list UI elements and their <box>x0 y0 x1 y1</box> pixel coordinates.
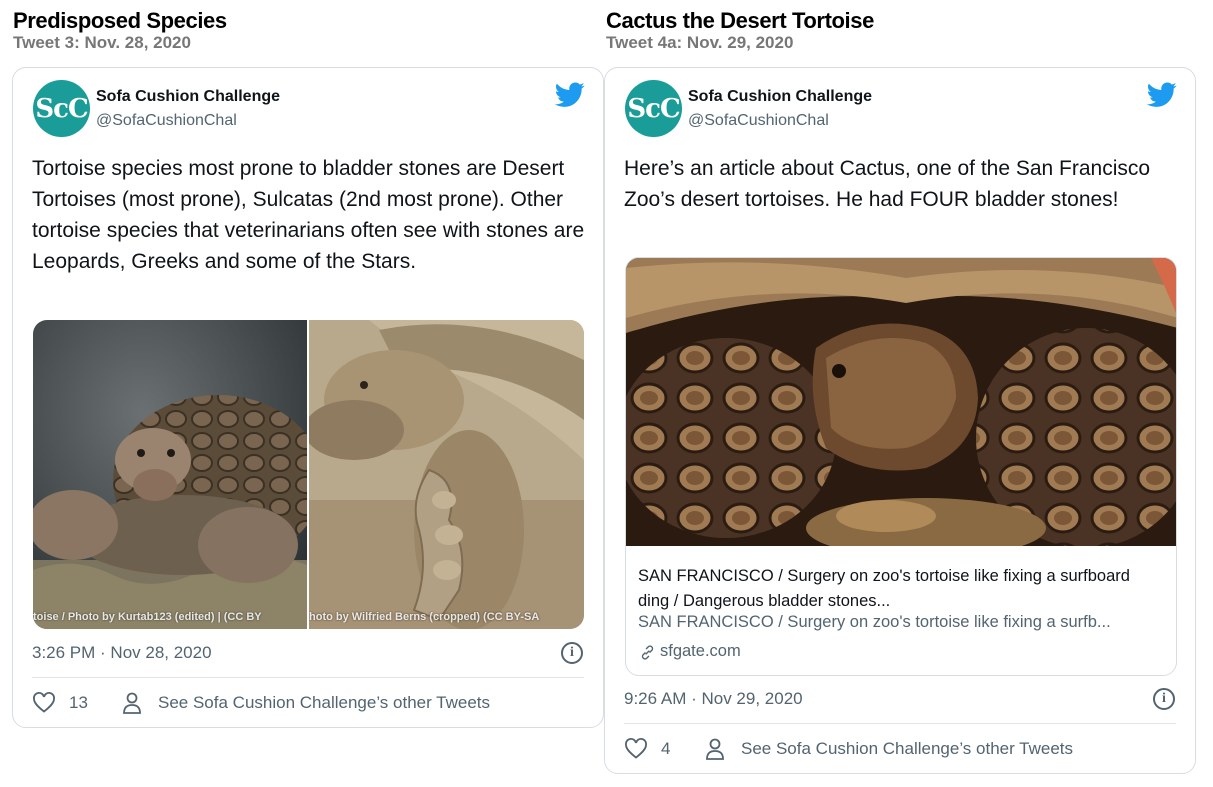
tweet-timestamp[interactable]: 9:26 AM · Nov 29, 2020 <box>624 689 803 709</box>
tweet-card-left[interactable]: ScC Sofa Cushion Challenge @SofaCushionC… <box>12 67 604 728</box>
tweet-card-right[interactable]: ScC Sofa Cushion Challenge @SofaCushionC… <box>604 67 1196 774</box>
avatar[interactable]: ScC <box>625 80 682 137</box>
tweet-text: Here’s an article about Cactus, one of t… <box>624 157 1151 211</box>
link-preview-card[interactable]: SAN FRANCISCO / Surgery on zoo's tortois… <box>625 257 1177 676</box>
divider <box>32 677 584 678</box>
cactus-tortoise-photo[interactable] <box>626 258 1177 546</box>
tweet-actions: 13 See Sofa Cushion Challenge’s other Tw… <box>32 691 584 717</box>
like-count[interactable]: 13 <box>69 693 88 713</box>
author-handle[interactable]: @SofaCushionChal <box>96 112 237 130</box>
twitter-bird-icon[interactable] <box>555 82 585 108</box>
twitter-bird-icon[interactable] <box>1147 82 1177 108</box>
link-title[interactable]: SAN FRANCISCO / Surgery on zoo's tortois… <box>638 564 1158 614</box>
author-name[interactable]: Sofa Cushion Challenge <box>688 88 872 106</box>
divider <box>624 723 1176 724</box>
tweet-text: Tortoise species most prone to bladder s… <box>32 157 585 273</box>
person-icon <box>706 738 724 760</box>
tweet-timestamp[interactable]: 3:26 PM · Nov 28, 2020 <box>32 643 212 663</box>
left-section-subtitle: Tweet 3: Nov. 28, 2020 <box>13 33 191 52</box>
info-icon[interactable]: i <box>1153 688 1175 710</box>
author-handle[interactable]: @SofaCushionChal <box>688 112 829 130</box>
sulcata-tortoise-photo[interactable] <box>309 320 584 629</box>
image-caption-right: hoto by Wilfried Berns (cropped) (CC BY-… <box>309 611 540 623</box>
tweet-actions: 4 See Sofa Cushion Challenge’s other Twe… <box>624 737 1176 763</box>
see-other-tweets-link[interactable]: See Sofa Cushion Challenge’s other Tweet… <box>158 693 490 713</box>
heart-icon[interactable] <box>624 737 648 761</box>
right-section-subtitle: Tweet 4a: Nov. 29, 2020 <box>606 33 794 52</box>
info-icon[interactable]: i <box>561 642 583 664</box>
desert-tortoise-photo[interactable] <box>33 320 307 629</box>
left-section-title: Predisposed Species <box>13 8 227 33</box>
like-count[interactable]: 4 <box>661 739 670 759</box>
image-caption-left: toise / Photo by Kurtab123 (edited) | (C… <box>33 611 262 623</box>
person-icon <box>123 692 141 714</box>
heart-icon[interactable] <box>32 691 56 715</box>
link-domain[interactable]: sfgate.com <box>660 642 741 661</box>
link-icon <box>641 645 654 660</box>
author-name[interactable]: Sofa Cushion Challenge <box>96 88 280 106</box>
avatar[interactable]: ScC <box>33 80 90 137</box>
tweet-media[interactable]: toise / Photo by Kurtab123 (edited) | (C… <box>33 320 584 629</box>
right-section-title: Cactus the Desert Tortoise <box>606 8 874 33</box>
see-other-tweets-link[interactable]: See Sofa Cushion Challenge’s other Tweet… <box>741 739 1073 759</box>
link-description: SAN FRANCISCO / Surgery on zoo's tortois… <box>638 613 1111 631</box>
